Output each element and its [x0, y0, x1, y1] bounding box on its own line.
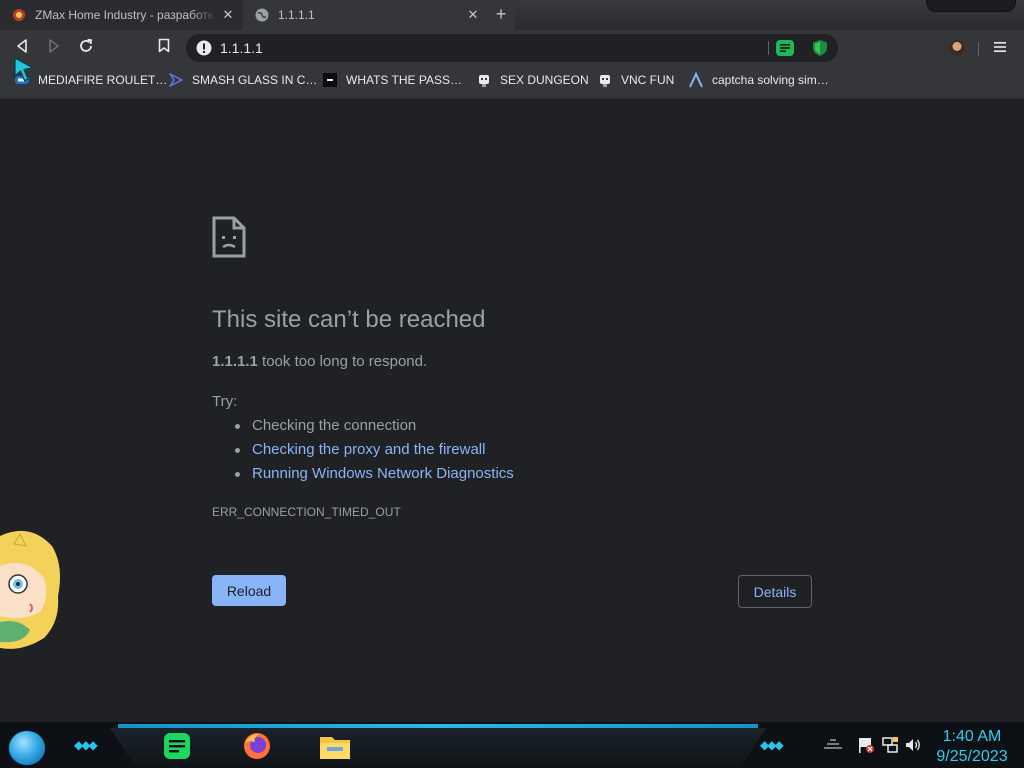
- window-controls-ornament[interactable]: [926, 0, 1016, 12]
- bookmark-label: SEX DUNGEON: [500, 73, 589, 87]
- bookmark-label: VNC FUN: [621, 73, 675, 87]
- clock-date: 9/25/2023: [936, 748, 1008, 765]
- file-explorer-taskbar-icon[interactable]: [318, 730, 352, 762]
- shield-extension-icon[interactable]: [812, 39, 828, 62]
- spotify-taskbar-icon[interactable]: [160, 730, 194, 762]
- taskbar-glow: [118, 724, 758, 728]
- bookmark-smash-glass[interactable]: SMASH GLASS IN C…: [168, 66, 317, 94]
- bookmark-captcha-solving[interactable]: captcha solving sim…: [688, 66, 829, 94]
- visual-studio-icon: [168, 72, 184, 88]
- robot-icon: [597, 72, 613, 88]
- firefox-taskbar-icon[interactable]: [240, 730, 274, 762]
- volume-icon[interactable]: [904, 736, 922, 759]
- error-reason: 1.1.1.1 took too long to respond.: [212, 353, 427, 370]
- suggestion-network-diagnostics-link[interactable]: Running Windows Network Diagnostics: [212, 463, 514, 487]
- not-secure-icon[interactable]: [196, 40, 212, 61]
- bookmark-label: WHATS THE PASS…: [346, 73, 463, 87]
- error-code: ERR_CONNECTION_TIMED_OUT: [212, 505, 401, 519]
- menu-hamburger-icon[interactable]: [994, 40, 1006, 58]
- system-clock[interactable]: 1:40 AM 9/25/2023: [932, 727, 1012, 767]
- error-host: 1.1.1.1: [212, 353, 258, 370]
- taskbar: ◆◆◆ ◆◆◆ 1:40 AM 9/25/2023: [0, 722, 1024, 768]
- sad-page-icon: [212, 216, 246, 263]
- zmax-favicon-icon: [12, 8, 26, 22]
- desktop-pet-character[interactable]: [0, 526, 62, 654]
- bookmark-label: SMASH GLASS IN C…: [192, 73, 318, 87]
- error-reason-text: took too long to respond.: [262, 353, 428, 370]
- robot-icon: [476, 72, 492, 88]
- taskbar-chevron-left-icon: ◆◆◆: [74, 738, 98, 752]
- network-icon[interactable]: [881, 736, 899, 759]
- tab-title: ZMax Home Industry - разработк…: [35, 8, 217, 22]
- suggestion-check-connection: Checking the connection: [212, 415, 514, 439]
- tab-1111[interactable]: 1.1.1.1 ✕: [243, 0, 488, 30]
- spotify-extension-icon[interactable]: [776, 40, 794, 56]
- toolbar-separator: [978, 42, 979, 56]
- reload-icon: [78, 38, 94, 59]
- window-titlebar: [515, 0, 1024, 30]
- reload-toolbar-button[interactable]: [73, 35, 99, 61]
- bookmark-icon: [158, 38, 170, 58]
- details-button[interactable]: Details: [738, 575, 812, 608]
- bookmark-sex-dungeon[interactable]: SEX DUNGEON: [476, 66, 589, 94]
- suggestions-list: Checking the connection Checking the pro…: [212, 415, 514, 487]
- new-tab-plus-icon[interactable]: +: [490, 3, 512, 25]
- forward-arrow-icon: [47, 38, 61, 59]
- bookmark-vnc-fun[interactable]: VNC FUN: [597, 66, 674, 94]
- profile-avatar[interactable]: [949, 40, 965, 56]
- tab-zmax[interactable]: ZMax Home Industry - разработк… ✕: [0, 0, 243, 30]
- taskbar-chevron-right-icon: ◆◆◆: [760, 738, 784, 752]
- mouse-cursor-icon: [13, 56, 35, 87]
- bookmark-label: MEDIAFIRE ROULET…: [38, 73, 168, 87]
- reload-button[interactable]: Reload: [212, 575, 286, 606]
- bookmark-whats-the-pass[interactable]: WHATS THE PASS…: [322, 66, 462, 94]
- suggestion-proxy-firewall-link[interactable]: Checking the proxy and the firewall: [212, 439, 514, 463]
- tab-close-icon[interactable]: ✕: [462, 7, 484, 23]
- lambda-icon: [688, 72, 704, 88]
- taskbar-center-panel: [110, 728, 766, 768]
- address-bar[interactable]: 1.1.1.1: [186, 34, 838, 62]
- globe-favicon-icon: [255, 8, 269, 22]
- tab-title: 1.1.1.1: [278, 8, 315, 22]
- browser-toolbar: 1.1.1.1: [0, 30, 1024, 66]
- omnibox-separator: [768, 41, 769, 55]
- bookmark-page-button[interactable]: [151, 35, 177, 61]
- bookmarks-bar: MEDIAFIRE ROULET… SMASH GLASS IN C… WHAT…: [0, 66, 1024, 99]
- show-hidden-icons-icon[interactable]: [822, 736, 844, 755]
- clock-time: 1:40 AM: [942, 728, 1002, 745]
- start-button[interactable]: [8, 730, 46, 766]
- try-label: Try:: [212, 393, 238, 410]
- bookmark-mediafire[interactable]: MEDIAFIRE ROULET…: [14, 66, 167, 94]
- tab-strip: ZMax Home Industry - разработк… ✕ 1.1.1.…: [0, 0, 1024, 30]
- terminal-icon: [322, 72, 338, 88]
- forward-button[interactable]: [41, 35, 67, 61]
- url-text: 1.1.1.1: [220, 40, 263, 56]
- bookmark-label: captcha solving sim…: [712, 73, 829, 87]
- tab-close-icon[interactable]: ✕: [217, 7, 239, 23]
- page-title: This site can’t be reached: [212, 306, 486, 333]
- action-center-flag-icon[interactable]: [857, 736, 875, 759]
